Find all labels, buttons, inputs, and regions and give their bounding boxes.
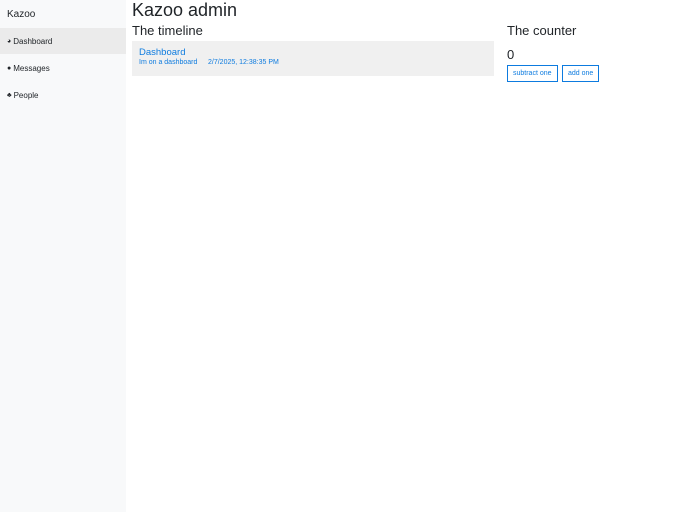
timeline-entry: Dashboard Im on a dashboard 2/7/2025, 12… [132,41,494,76]
comments-icon: ● [7,64,12,72]
sidebar-item-people[interactable]: ♣ People [0,82,126,108]
sidebar-item-messages[interactable]: ● Messages [0,55,126,81]
page-title: Kazoo admin [132,0,238,20]
sidebar: Kazoo ◕ Dashboard ● Messages ♣ People [0,0,126,512]
counter-heading: The counter [507,23,577,38]
counter-value: 0 [507,47,515,62]
subtract-one-button[interactable]: subtract one [507,65,558,82]
sidebar-item-dashboard[interactable]: ◕ Dashboard [0,28,126,54]
brand[interactable]: Kazoo [7,9,35,20]
sidebar-item-label: People [13,90,39,100]
dashboard-icon: ◕ [7,37,12,45]
entry-timestamp: 2/7/2025, 12:38:35 PM [208,59,279,66]
sidebar-item-label: Dashboard [13,36,53,46]
entry-title[interactable]: Dashboard [139,47,185,58]
sidebar-item-label: Messages [13,63,50,73]
users-icon: ♣ [7,91,12,99]
entry-text: Im on a dashboard [139,59,198,66]
add-one-button[interactable]: add one [562,65,600,82]
timeline-heading: The timeline [132,23,203,38]
